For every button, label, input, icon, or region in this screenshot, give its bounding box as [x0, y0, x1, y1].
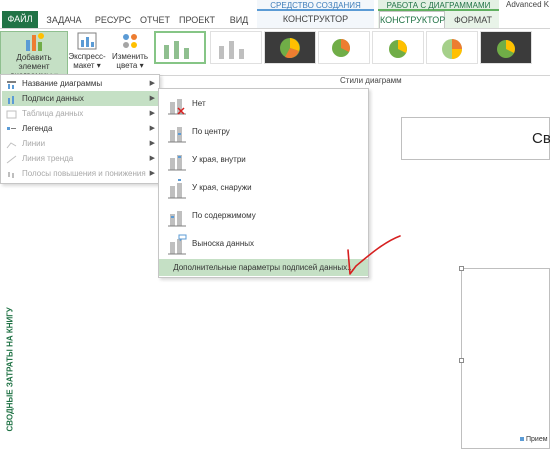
submenu-arrow-icon: ▶: [149, 170, 155, 177]
lines-icon: [6, 139, 17, 149]
chart-legend[interactable]: Прием: [520, 436, 548, 443]
data-callout-icon: [166, 234, 188, 256]
chart-style-5[interactable]: [372, 31, 424, 64]
change-colors-label-1: Изменить: [111, 52, 149, 61]
change-colors-icon: [119, 31, 141, 51]
data-labels-outside-end-icon: [166, 178, 188, 200]
menu-item-chart-title[interactable]: Название диаграммы ▶: [2, 76, 159, 91]
tab-view[interactable]: ВИД: [225, 12, 253, 28]
chart-style-1[interactable]: [154, 31, 206, 64]
ribbon-panel: Добавить элемент диаграммы ▾ Экспресс- м…: [0, 28, 550, 80]
trendline-icon: [6, 154, 17, 164]
chart-styles-gallery: [152, 30, 550, 66]
tab-resource[interactable]: РЕСУРС: [91, 12, 135, 28]
data-labels-inside-end-option[interactable]: У края, внутри: [159, 147, 368, 175]
menu-item-label: Подписи данных: [22, 94, 84, 103]
submenu-arrow-icon: ▶: [149, 95, 155, 102]
tab-project[interactable]: ПРОЕКТ: [178, 12, 216, 28]
quick-layout-label-2: макет ▾: [73, 61, 101, 70]
ribbon-tab-bar: СРЕДСТВО СОЗДАНИЯ ОТЧЕТОВ КОНСТРУКТОР РА…: [0, 0, 550, 28]
chart-plot-area[interactable]: [459, 266, 550, 449]
menu-item-up-down-bars[interactable]: Полосы повышения и понижения ▶: [2, 166, 159, 181]
menu-item-lines[interactable]: Линии ▶: [2, 136, 159, 151]
account-name[interactable]: Advanced K: [506, 0, 550, 9]
resize-handle-middle-left[interactable]: [459, 358, 464, 363]
context-header-chart-tools: РАБОТА С ДИАГРАММАМИ: [378, 0, 499, 11]
menu-item-data-labels[interactable]: Подписи данных ▶: [2, 91, 159, 106]
change-colors-button[interactable]: Изменить цвета ▾: [110, 31, 150, 75]
quick-layout-icon: [76, 31, 98, 51]
data-labels-center-icon: [166, 122, 188, 144]
legend-entry: Прием: [526, 436, 548, 443]
menu-item-label: Полосы повышения и понижения: [22, 169, 146, 178]
submenu-arrow-icon: ▶: [149, 140, 155, 147]
add-chart-element-menu: Название диаграммы ▶ Подписи данных ▶ Табл…: [0, 74, 160, 184]
data-callout-label: Выноска данных: [192, 239, 255, 248]
data-labels-none-label: Нет: [192, 99, 206, 108]
legend-icon: [6, 124, 17, 133]
tab-task[interactable]: ЗАДАЧА: [44, 12, 84, 28]
data-labels-icon: [6, 94, 17, 104]
chart-style-7[interactable]: [480, 31, 532, 64]
chart-style-6[interactable]: [426, 31, 478, 64]
chart-title-icon: [6, 79, 17, 89]
submenu-arrow-icon: ▶: [149, 110, 155, 117]
data-labels-inside-end-icon: [166, 150, 188, 172]
quick-layout-label-1: Экспресс-: [68, 52, 106, 61]
chart-title-box[interactable]: Свод: [401, 117, 550, 160]
tab-report[interactable]: ОТЧЕТ: [139, 12, 171, 28]
data-labels-center-label: По центру: [192, 127, 230, 136]
change-colors-label-2: цвета ▾: [116, 61, 144, 70]
up-down-bars-icon: [6, 169, 17, 178]
menu-item-label: Таблица данных: [22, 109, 84, 118]
menu-item-trendline[interactable]: Линия тренда ▶: [2, 151, 159, 166]
app-window: СРЕДСТВО СОЗДАНИЯ ОТЧЕТОВ КОНСТРУКТОР РА…: [0, 0, 550, 449]
resize-handle-top-left[interactable]: [459, 266, 464, 271]
data-labels-best-fit-icon: [166, 206, 188, 228]
chart-side-title: СВОДНЫЕ ЗАТРАТЫ НА КНИГУ: [5, 307, 15, 432]
data-labels-center-option[interactable]: По центру: [159, 119, 368, 147]
submenu-arrow-icon: ▶: [149, 125, 155, 132]
data-labels-inside-end-label: У края, внутри: [192, 155, 246, 164]
context-header-report-tools: СРЕДСТВО СОЗДАНИЯ ОТЧЕТОВ: [257, 0, 374, 21]
quick-layout-button[interactable]: Экспресс- макет ▾: [68, 31, 106, 75]
submenu-arrow-icon: ▶: [149, 80, 155, 87]
tab-report-constructor[interactable]: КОНСТРУКТОР: [257, 11, 374, 28]
chart-styles-group-label: Стили диаграмм: [340, 76, 402, 85]
data-table-icon: [6, 109, 17, 119]
data-labels-best-fit-option[interactable]: По содержимому: [159, 203, 368, 231]
add-chart-element-button[interactable]: Добавить элемент диаграммы ▾: [0, 31, 68, 80]
menu-item-label: Линия тренда: [22, 154, 74, 163]
red-annotation-checkmark-icon: [347, 235, 401, 275]
submenu-arrow-icon: ▶: [149, 155, 155, 162]
menu-item-legend[interactable]: Легенда ▶: [2, 121, 159, 136]
chart-title: Свод: [532, 130, 550, 147]
tab-chart-format[interactable]: ФОРМАТ: [449, 12, 497, 28]
add-chart-element-icon: [23, 32, 45, 52]
menu-item-label: Легенда: [22, 124, 53, 133]
data-labels-none-icon: [166, 94, 188, 116]
menu-item-label: Название диаграммы: [22, 79, 103, 88]
data-labels-best-fit-label: По содержимому: [192, 211, 256, 220]
menu-item-label: Линии: [22, 139, 46, 148]
data-labels-none-option[interactable]: Нет: [159, 91, 368, 119]
chart-style-4[interactable]: [318, 31, 370, 64]
legend-swatch: [520, 437, 524, 442]
menu-item-data-table[interactable]: Таблица данных ▶: [2, 106, 159, 121]
add-chart-element-label-1: Добавить элемент: [16, 53, 52, 71]
chart-style-2[interactable]: [210, 31, 262, 64]
tab-chart-constructor[interactable]: КОНСТРУКТОР: [379, 11, 445, 28]
data-labels-outside-end-option[interactable]: У края, снаружи: [159, 175, 368, 203]
chart-style-3[interactable]: [264, 31, 316, 64]
data-labels-outside-end-label: У края, снаружи: [192, 183, 252, 192]
tab-file[interactable]: ФАЙЛ: [2, 11, 38, 28]
